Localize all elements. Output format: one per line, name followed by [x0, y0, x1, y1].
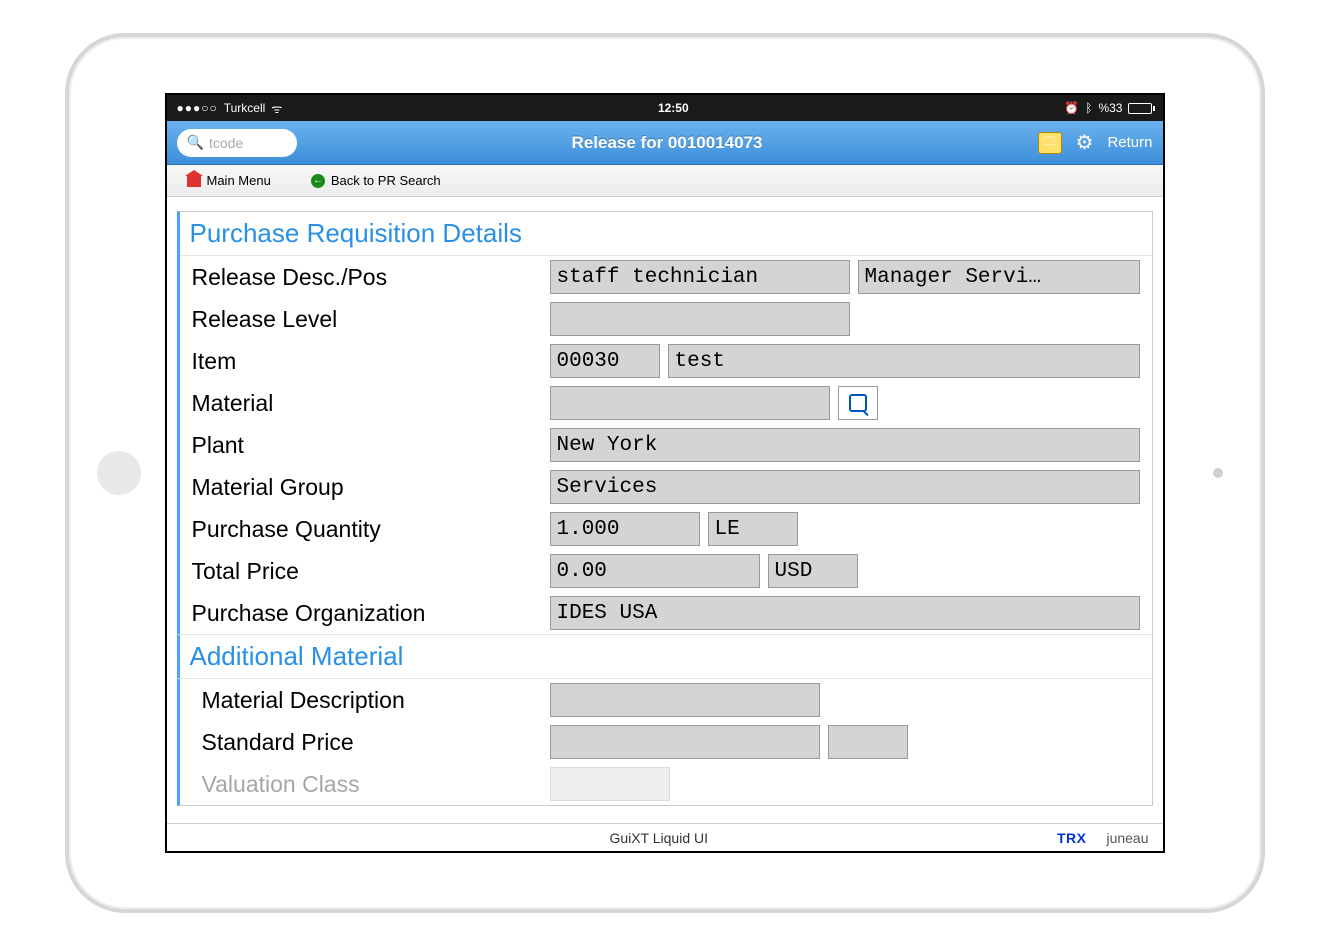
battery-percent: %33	[1098, 101, 1122, 115]
row-purchase-qty: Purchase Quantity 1.000 LE	[180, 508, 1152, 550]
carrier-label: Turkcell	[224, 101, 266, 115]
home-button[interactable]	[97, 451, 141, 495]
back-arrow-icon: ←	[311, 174, 325, 188]
row-standard-price: Standard Price	[180, 721, 1152, 763]
footer-bar: GuiXT Liquid UI TRX juneau	[167, 823, 1163, 851]
row-release-desc: Release Desc./Pos staff technician Manag…	[180, 256, 1152, 298]
row-release-level: Release Level	[180, 298, 1152, 340]
field-release-desc-2[interactable]: Manager Servi…	[858, 260, 1140, 294]
field-item-no[interactable]: 00030	[550, 344, 660, 378]
main-menu-button[interactable]: Main Menu	[187, 173, 271, 188]
form-panel: Purchase Requisition Details Release Des…	[177, 211, 1153, 806]
row-valuation-class: Valuation Class	[180, 763, 1152, 805]
field-release-level[interactable]	[550, 302, 850, 336]
page-title: Release for 0010014073	[297, 133, 1038, 153]
field-release-desc-1[interactable]: staff technician	[550, 260, 850, 294]
sap-icon[interactable]: 🗔	[1038, 132, 1062, 154]
row-material: Material	[180, 382, 1152, 424]
tcode-search[interactable]: 🔍 tcode	[177, 129, 297, 157]
signal-dots-icon: ●●●○○	[177, 101, 218, 115]
wifi-icon: ᯤ	[271, 100, 282, 117]
camera-dot	[1213, 468, 1223, 478]
section-additional-material: Additional Material	[178, 634, 1152, 679]
return-button[interactable]: Return	[1107, 134, 1152, 151]
label-release-level: Release Level	[192, 306, 542, 333]
bluetooth-icon: ᛒ	[1085, 101, 1092, 115]
content-area: Purchase Requisition Details Release Des…	[167, 197, 1163, 823]
row-plant: Plant New York	[180, 424, 1152, 466]
nav-bar: 🔍 tcode Release for 0010014073 🗔 ⚙ Retur…	[167, 121, 1163, 165]
field-qty[interactable]: 1.000	[550, 512, 700, 546]
label-total-price: Total Price	[192, 558, 542, 585]
field-valuation-class[interactable]	[550, 767, 670, 801]
label-item: Item	[192, 348, 542, 375]
footer-product-label: GuiXT Liquid UI	[261, 830, 1057, 846]
field-material[interactable]	[550, 386, 830, 420]
label-plant: Plant	[192, 432, 542, 459]
search-help-icon	[849, 394, 867, 412]
toolbar: Main Menu ← Back to PR Search	[167, 165, 1163, 197]
row-material-group: Material Group Services	[180, 466, 1152, 508]
server-label: juneau	[1106, 830, 1148, 846]
screen: ●●●○○ Turkcell ᯤ 12:50 ⏰ ᛒ %33 🔍 tcode R…	[165, 93, 1165, 853]
material-lookup-button[interactable]	[838, 386, 878, 420]
main-menu-label: Main Menu	[207, 173, 271, 188]
field-item-text[interactable]: test	[668, 344, 1140, 378]
status-bar: ●●●○○ Turkcell ᯤ 12:50 ⏰ ᛒ %33	[167, 95, 1163, 121]
row-total-price: Total Price 0.00 USD	[180, 550, 1152, 592]
row-material-desc: Material Description	[180, 679, 1152, 721]
alarm-icon: ⏰	[1064, 101, 1079, 115]
field-material-group[interactable]: Services	[550, 470, 1140, 504]
back-pr-search-button[interactable]: ← Back to PR Search	[311, 173, 441, 188]
field-plant[interactable]: New York	[550, 428, 1140, 462]
label-material-desc: Material Description	[192, 687, 542, 714]
search-icon: 🔍	[187, 134, 204, 151]
battery-icon	[1128, 103, 1152, 114]
label-standard-price: Standard Price	[192, 729, 542, 756]
trx-button[interactable]: TRX	[1057, 830, 1087, 846]
tablet-frame: ●●●○○ Turkcell ᯤ 12:50 ⏰ ᛒ %33 🔍 tcode R…	[65, 33, 1265, 913]
label-valuation-class: Valuation Class	[192, 771, 542, 798]
field-material-desc[interactable]	[550, 683, 820, 717]
search-placeholder: tcode	[209, 135, 243, 151]
field-standard-price-unit[interactable]	[828, 725, 908, 759]
label-material-group: Material Group	[192, 474, 542, 501]
field-purchase-org[interactable]: IDES USA	[550, 596, 1140, 630]
label-purchase-qty: Purchase Quantity	[192, 516, 542, 543]
home-icon	[187, 175, 201, 187]
label-purchase-org: Purchase Organization	[192, 600, 542, 627]
label-release-desc: Release Desc./Pos	[192, 264, 542, 291]
field-qty-unit[interactable]: LE	[708, 512, 798, 546]
row-purchase-org: Purchase Organization IDES USA	[180, 592, 1152, 634]
field-total-price[interactable]: 0.00	[550, 554, 760, 588]
status-time: 12:50	[658, 101, 689, 115]
gear-icon[interactable]: ⚙	[1076, 130, 1094, 155]
field-standard-price[interactable]	[550, 725, 820, 759]
label-material: Material	[192, 390, 542, 417]
back-pr-search-label: Back to PR Search	[331, 173, 441, 188]
field-currency[interactable]: USD	[768, 554, 858, 588]
row-item: Item 00030 test	[180, 340, 1152, 382]
section-pr-details: Purchase Requisition Details	[180, 212, 1152, 256]
